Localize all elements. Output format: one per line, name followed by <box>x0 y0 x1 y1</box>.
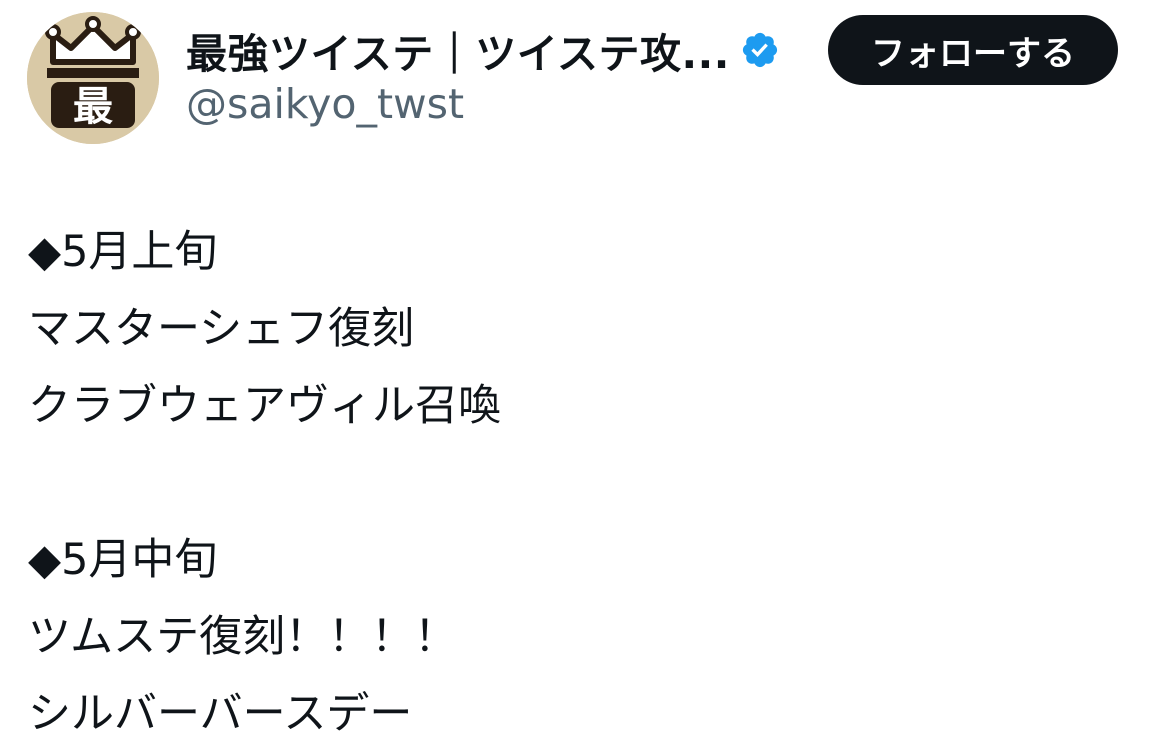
tweet-line: ツムステ復刻！！！！ <box>28 612 458 662</box>
tweet-line: シルバーバースデー <box>28 689 413 739</box>
crown-logo-icon: 最 <box>27 12 159 144</box>
avatar[interactable]: 最 <box>27 12 159 144</box>
tweet-line: ◆5月上旬 <box>28 227 218 277</box>
tweet-line: マスターシェフ復刻 <box>28 304 415 354</box>
tweet-header: 最 最強ツイステ｜ツイステ攻... @saikyo_twst フォローする <box>0 0 1170 160</box>
name-row: 最強ツイステ｜ツイステ攻... <box>186 20 780 80</box>
tweet-line: クラブウェアヴィル召喚 <box>28 381 501 431</box>
svg-text:最: 最 <box>73 84 113 130</box>
verified-badge-icon <box>740 30 780 70</box>
tweet-line: ◆5月中旬 <box>28 535 218 585</box>
account-handle[interactable]: @saikyo_twst <box>186 80 464 128</box>
display-name[interactable]: 最強ツイステ｜ツイステ攻... <box>186 20 730 80</box>
follow-button[interactable]: フォローする <box>828 15 1118 85</box>
tweet-text: ◆5月上旬 マスターシェフ復刻 クラブウェアヴィル召喚 ◆5月中旬 ツムステ復刻… <box>28 214 1138 753</box>
